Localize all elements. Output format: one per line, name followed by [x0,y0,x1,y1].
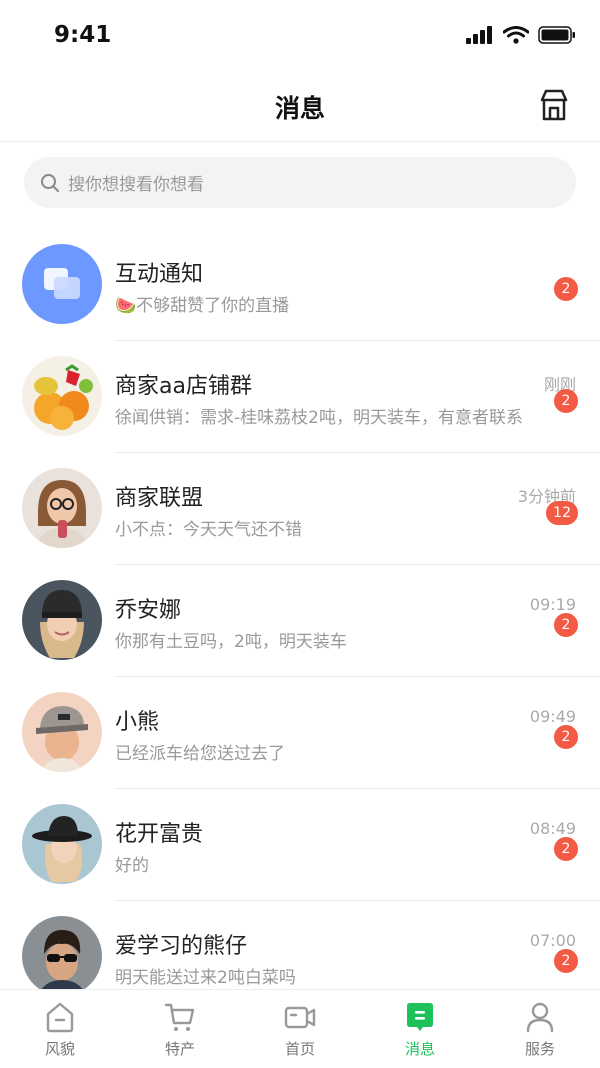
person-icon [526,1002,554,1033]
conversation-item[interactable]: 商家aa店铺群 徐闻供销：需求-桂味荔枝2吨，明天装车，有意者联系 刚刚 2 [0,341,600,453]
conversation-item[interactable]: 乔安娜 你那有土豆吗，2吨，明天装车 09:19 2 [0,565,600,677]
tab-bar: 风貌 特产 首页 消息 服务 [0,989,600,1068]
tab-label: 风貌 [44,1040,75,1058]
conversation-time: 09:49 [529,707,576,726]
status-time: 9:41 [54,22,112,48]
unread-badge: 2 [554,613,578,637]
tab-specialty[interactable]: 特产 [120,990,240,1068]
conversation-list: 互动通知 🍉不够甜赞了你的直播 2 商家aa店铺群 徐闻供销：需求-桂味荔枝2吨… [0,229,600,1013]
tab-scenery[interactable]: 风貌 [0,990,120,1068]
conversation-name: 商家联盟 [115,486,204,511]
page-title: 消息 [274,94,325,123]
man-cap-avatar [22,692,102,772]
conversation-time: 09:19 [529,595,576,614]
notification-icon [22,244,102,324]
tab-messages[interactable]: 消息 [360,990,480,1068]
house-icon [46,1002,74,1033]
conversation-item[interactable]: 小熊 已经派车给您送过去了 09:49 2 [0,677,600,789]
unread-badge: 2 [554,389,578,413]
conversation-message: 已经派车给您送过去了 [115,744,285,764]
tab-label: 服务 [524,1040,555,1058]
video-icon [284,1006,316,1029]
unread-badge: 12 [546,501,578,525]
fruit-avatar [22,356,102,436]
wifi-icon [503,26,529,44]
cart-icon [164,1003,195,1031]
conversation-time: 07:00 [529,931,576,950]
conversation-message: 🍉不够甜赞了你的直播 [115,296,290,316]
unread-badge: 2 [554,949,578,973]
conversation-message: 你那有土豆吗，2吨，明天装车 [115,632,347,652]
tab-home[interactable]: 首页 [240,990,360,1068]
conversation-name: 爱学习的熊仔 [115,934,248,959]
man-sunglasses-avatar [22,916,102,996]
conversation-item[interactable]: 商家联盟 小不点：今天天气还不错 3分钟前 12 [0,453,600,565]
search-icon [41,173,59,192]
conversation-message: 明天能送过来2吨白菜吗 [115,968,296,988]
battery-icon [538,26,575,44]
woman-hat-avatar [22,804,102,884]
unread-badge: 2 [554,725,578,749]
status-bar: 9:41 [0,0,600,75]
shop-icon[interactable] [536,87,572,123]
tab-label: 首页 [284,1040,315,1058]
search-bar[interactable]: 搜你想搜看你想看 [24,157,576,208]
woman-beanie-avatar [22,580,102,660]
search-placeholder: 搜你想搜看你想看 [68,175,204,195]
conversation-name: 小熊 [115,710,160,735]
conversation-name: 互动通知 [115,262,204,287]
conversation-item[interactable]: 互动通知 🍉不够甜赞了你的直播 2 [0,229,600,341]
unread-badge: 2 [554,277,578,301]
conversation-item[interactable]: 花开富贵 好的 08:49 2 [0,789,600,901]
conversation-time: 08:49 [529,819,576,838]
signal-icon [466,26,492,44]
tab-label: 消息 [404,1040,435,1058]
tab-service[interactable]: 服务 [480,990,600,1068]
conversation-name: 乔安娜 [115,598,182,623]
message-icon [407,1003,433,1031]
conversation-message: 徐闻供销：需求-桂味荔枝2吨，明天装车，有意者联系 [115,408,523,428]
status-icons [466,26,576,44]
conversation-name: 花开富贵 [115,822,204,847]
conversation-message: 小不点：今天天气还不错 [115,520,302,540]
woman-glasses-avatar [22,468,102,548]
tab-label: 特产 [164,1040,195,1058]
conversation-name: 商家aa店铺群 [115,374,252,399]
nav-bar: 消息 [0,75,600,142]
unread-badge: 2 [554,837,578,861]
conversation-message: 好的 [115,856,149,876]
